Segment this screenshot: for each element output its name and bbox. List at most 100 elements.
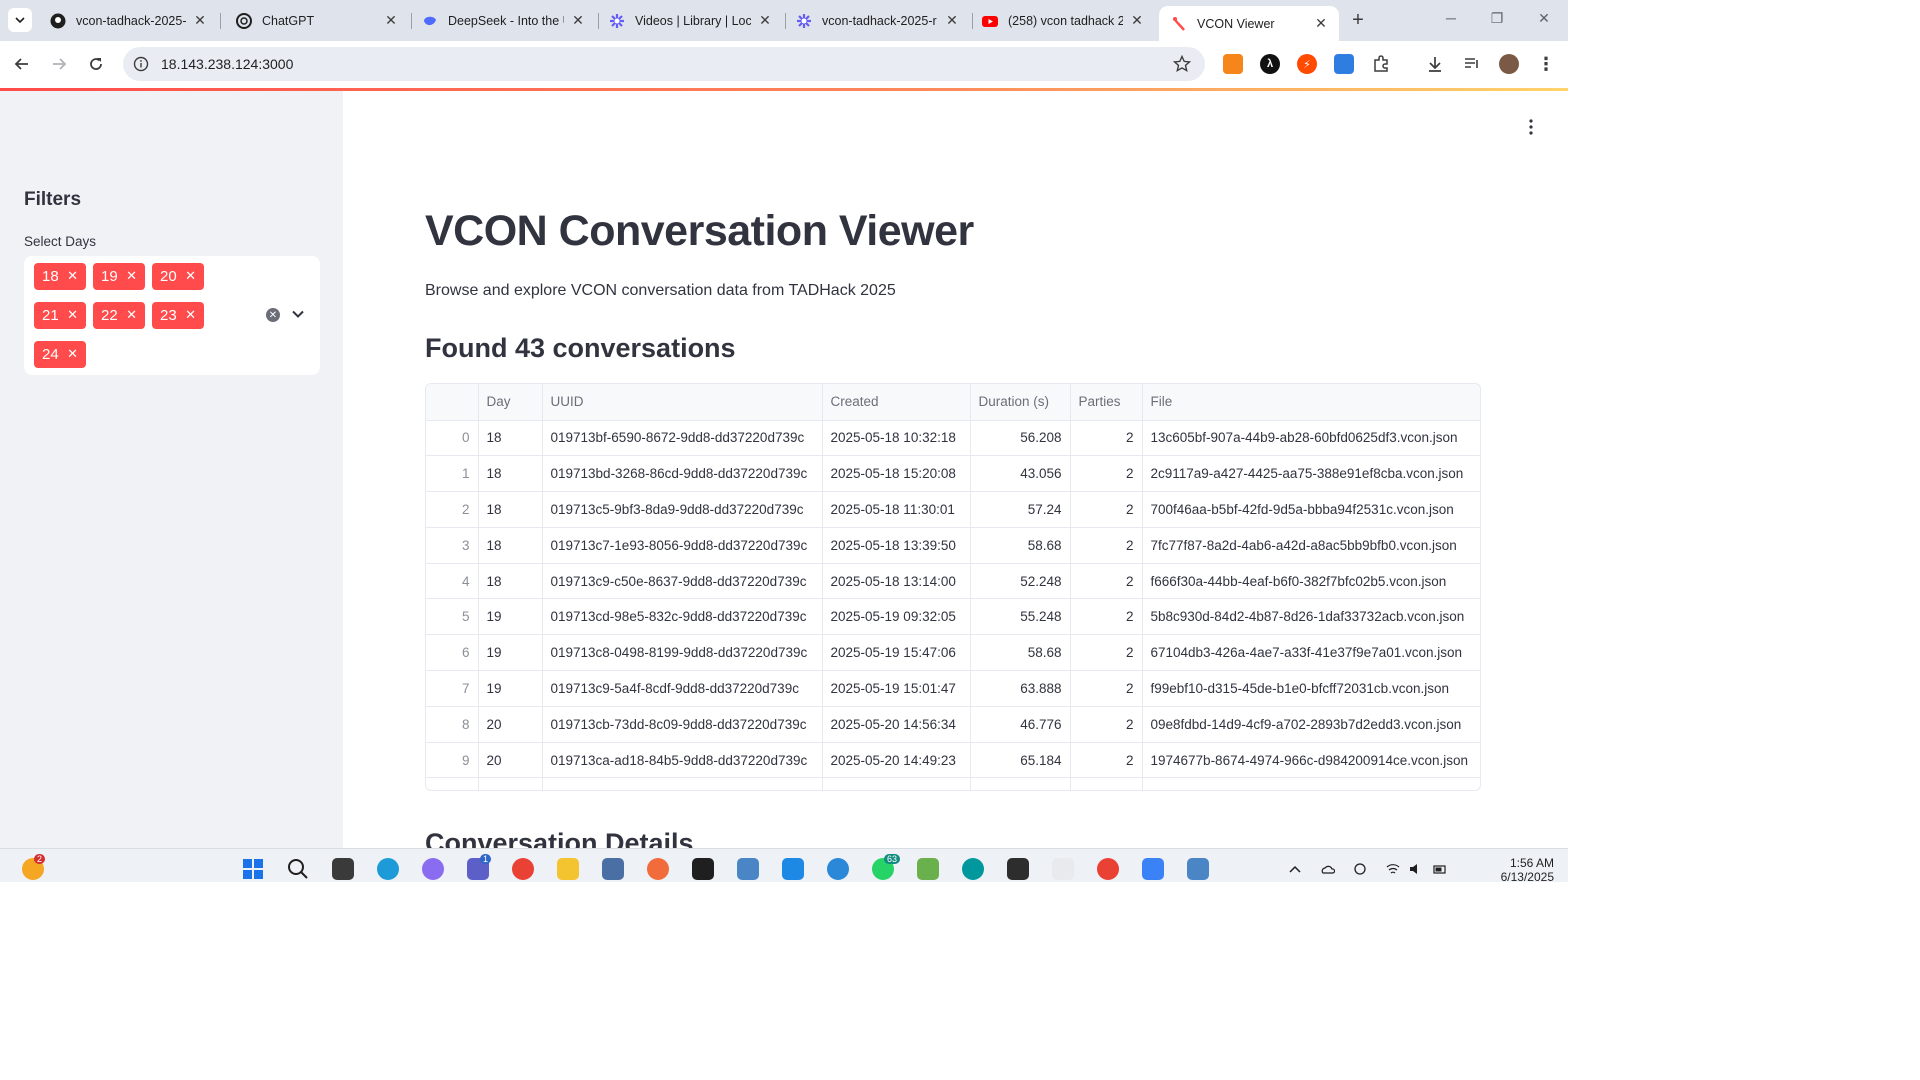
- cell-created[interactable]: 2025-05-18 13:39:50: [822, 527, 971, 564]
- day-chip[interactable]: 24 ✕: [34, 341, 86, 368]
- cell-parties[interactable]: 2: [1070, 634, 1143, 672]
- table-row[interactable]: 8 20 019713cb-73dd-8c09-9dd8-dd37220d739c 2…: [426, 706, 1480, 743]
- terminal-icon[interactable]: [692, 858, 714, 880]
- extensions-puzzle-icon[interactable]: [1371, 54, 1391, 74]
- chrome-profile-icon[interactable]: [1097, 858, 1119, 880]
- volume-icon[interactable]: [1409, 862, 1423, 876]
- cell-created[interactable]: 2025-05-20 14:49:23: [822, 742, 971, 779]
- cell-file[interactable]: 2c9117a9-a427-4425-aa75-388e91ef8cba.vco…: [1142, 455, 1480, 493]
- day-chip[interactable]: 23 ✕: [152, 302, 204, 329]
- extension-blue-icon[interactable]: [1334, 54, 1354, 74]
- table-row[interactable]: 0 18 019713bf-6590-8672-9dd8-dd37220d739c 2…: [426, 420, 1480, 457]
- close-tab-icon[interactable]: ✕: [757, 12, 773, 29]
- day-chip[interactable]: 18 ✕: [34, 263, 86, 290]
- cell-parties[interactable]: 2: [1070, 742, 1143, 779]
- edge-icon[interactable]: [377, 858, 399, 880]
- column-header-index[interactable]: [426, 384, 479, 421]
- copilot-icon[interactable]: [422, 858, 444, 880]
- close-tab-icon[interactable]: ✕: [1129, 12, 1145, 29]
- cell-uuid[interactable]: 019713c7-1e93-8056-9dd8-dd37220d739c: [542, 527, 823, 564]
- cell-created[interactable]: 2025-05-18 15:20:08: [822, 455, 971, 493]
- table-row[interactable]: 4 18 019713c9-c50e-8637-9dd8-dd37220d739c 2…: [426, 563, 1480, 600]
- table-row[interactable]: 2 18 019713c5-9bf3-8da9-9dd8-dd37220d739c 2…: [426, 491, 1480, 528]
- chevron-down-icon[interactable]: [290, 306, 306, 322]
- cell-day[interactable]: 19: [478, 598, 543, 636]
- browser-tab-active[interactable]: VCON Viewer ✕: [1159, 6, 1339, 41]
- cell-created[interactable]: 2025-05-18 11:30:01: [822, 491, 971, 528]
- app-menu-icon[interactable]: [1528, 119, 1534, 135]
- day-chip[interactable]: 19 ✕: [93, 263, 145, 290]
- address-bar[interactable]: 18.143.238.124:3000: [123, 47, 1205, 81]
- table-row-partial[interactable]: [426, 777, 1480, 790]
- cell-duration[interactable]: 57.24: [970, 491, 1071, 528]
- column-header-created[interactable]: Created: [822, 384, 971, 421]
- cell-day[interactable]: 18: [478, 527, 543, 564]
- remove-chip-icon[interactable]: ✕: [67, 307, 78, 323]
- obs-icon[interactable]: [1007, 858, 1029, 880]
- table-row[interactable]: 6 19 019713c8-0498-8199-9dd8-dd37220d739c 2…: [426, 634, 1480, 672]
- cell-created[interactable]: 2025-05-20 14:56:34: [822, 706, 971, 743]
- remove-chip-icon[interactable]: ✕: [67, 346, 78, 362]
- cell-file[interactable]: 7fc77f87-8a2d-4ab6-a42d-a8ac5bb9bfb0.vco…: [1142, 527, 1480, 564]
- cell-parties[interactable]: 2: [1070, 420, 1143, 457]
- column-header-parties[interactable]: Parties: [1070, 384, 1143, 421]
- day-chip[interactable]: 21 ✕: [34, 302, 86, 329]
- cell-file[interactable]: f666f30a-44bb-4eaf-b6f0-382f7bfc02b5.vco…: [1142, 563, 1480, 600]
- remove-chip-icon[interactable]: ✕: [185, 307, 196, 323]
- browser-tab[interactable]: vcon-tadhack-2025-r ✕: [784, 5, 970, 36]
- chat-icon[interactable]: [827, 858, 849, 880]
- remote-desktop-icon[interactable]: [737, 858, 759, 880]
- app-icon[interactable]: [602, 858, 624, 880]
- remove-chip-icon[interactable]: ✕: [67, 268, 78, 284]
- cell-created[interactable]: 2025-05-18 10:32:18: [822, 420, 971, 457]
- new-tab-button[interactable]: +: [1348, 10, 1368, 30]
- cell-created[interactable]: 2025-05-19 15:47:06: [822, 634, 971, 672]
- cell-day[interactable]: 18: [478, 420, 543, 457]
- sync-icon[interactable]: [1353, 862, 1367, 876]
- close-tab-icon[interactable]: ✕: [1313, 15, 1329, 32]
- snipping-tool-icon[interactable]: [1052, 858, 1074, 880]
- cell-uuid[interactable]: 019713cd-98e5-832c-9dd8-dd37220d739c: [542, 598, 823, 636]
- close-tab-icon[interactable]: ✕: [192, 12, 208, 29]
- table-row[interactable]: 1 18 019713bd-3268-86cd-9dd8-dd37220d739c 2…: [426, 455, 1480, 493]
- bookmark-star-icon[interactable]: [1173, 55, 1191, 73]
- column-header-uuid[interactable]: UUID: [542, 384, 823, 421]
- browser-tab[interactable]: DeepSeek - Into the U ✕: [410, 5, 596, 36]
- paint-icon[interactable]: [917, 858, 939, 880]
- extension-zapier-icon[interactable]: ⚡: [1297, 54, 1317, 74]
- task-view-icon[interactable]: [332, 858, 354, 880]
- windows-start-icon[interactable]: [242, 858, 264, 880]
- cell-uuid[interactable]: 019713c9-c50e-8637-9dd8-dd37220d739c: [542, 563, 823, 600]
- table-row[interactable]: 7 19 019713c9-5a4f-8cdf-9dd8-dd37220d739c 2…: [426, 670, 1480, 707]
- close-window-icon[interactable]: ✕: [1534, 10, 1554, 30]
- cell-file[interactable]: 67104db3-426a-4ae7-a33f-41e37f9e7a01.vco…: [1142, 634, 1480, 672]
- cell-parties[interactable]: 2: [1070, 706, 1143, 743]
- table-row[interactable]: 5 19 019713cd-98e5-832c-9dd8-dd37220d739c 2…: [426, 598, 1480, 636]
- browser-tab[interactable]: ChatGPT ✕: [224, 5, 409, 36]
- arduino-icon[interactable]: [962, 858, 984, 880]
- cell-uuid[interactable]: 019713bd-3268-86cd-9dd8-dd37220d739c: [542, 455, 823, 493]
- close-tab-icon[interactable]: ✕: [383, 12, 399, 29]
- cell-file[interactable]: f99ebf10-d315-45de-b1e0-bfcff72031cb.vco…: [1142, 670, 1480, 707]
- cell-duration[interactable]: 58.68: [970, 634, 1071, 672]
- column-header-duration[interactable]: Duration (s): [970, 384, 1071, 421]
- cell-day[interactable]: 19: [478, 634, 543, 672]
- table-row[interactable]: 3 18 019713c7-1e93-8056-9dd8-dd37220d739c 2…: [426, 527, 1480, 564]
- chevron-up-icon[interactable]: [1288, 862, 1302, 876]
- clear-all-icon[interactable]: ✕: [266, 308, 280, 322]
- cell-uuid[interactable]: 019713c5-9bf3-8da9-9dd8-dd37220d739c: [542, 491, 823, 528]
- forward-button[interactable]: [48, 53, 70, 75]
- cell-duration[interactable]: 56.208: [970, 420, 1071, 457]
- download-icon[interactable]: [1425, 54, 1445, 74]
- cell-file[interactable]: 09e8fdbd-14d9-4cf9-a702-2893b7d2edd3.vco…: [1142, 706, 1480, 743]
- close-tab-icon[interactable]: ✕: [570, 12, 586, 29]
- minimize-icon[interactable]: ─: [1441, 10, 1461, 30]
- table-row[interactable]: 9 20 019713ca-ad18-84b5-9dd8-dd37220d739c 2…: [426, 742, 1480, 779]
- cell-day[interactable]: 18: [478, 491, 543, 528]
- column-header-day[interactable]: Day: [478, 384, 543, 421]
- close-tab-icon[interactable]: ✕: [944, 12, 960, 29]
- cell-duration[interactable]: 55.248: [970, 598, 1071, 636]
- cell-parties[interactable]: 2: [1070, 455, 1143, 493]
- restore-icon[interactable]: ❐: [1487, 10, 1507, 30]
- conversations-table[interactable]: Day UUID Created Duration (s) Parties Fi…: [425, 383, 1481, 791]
